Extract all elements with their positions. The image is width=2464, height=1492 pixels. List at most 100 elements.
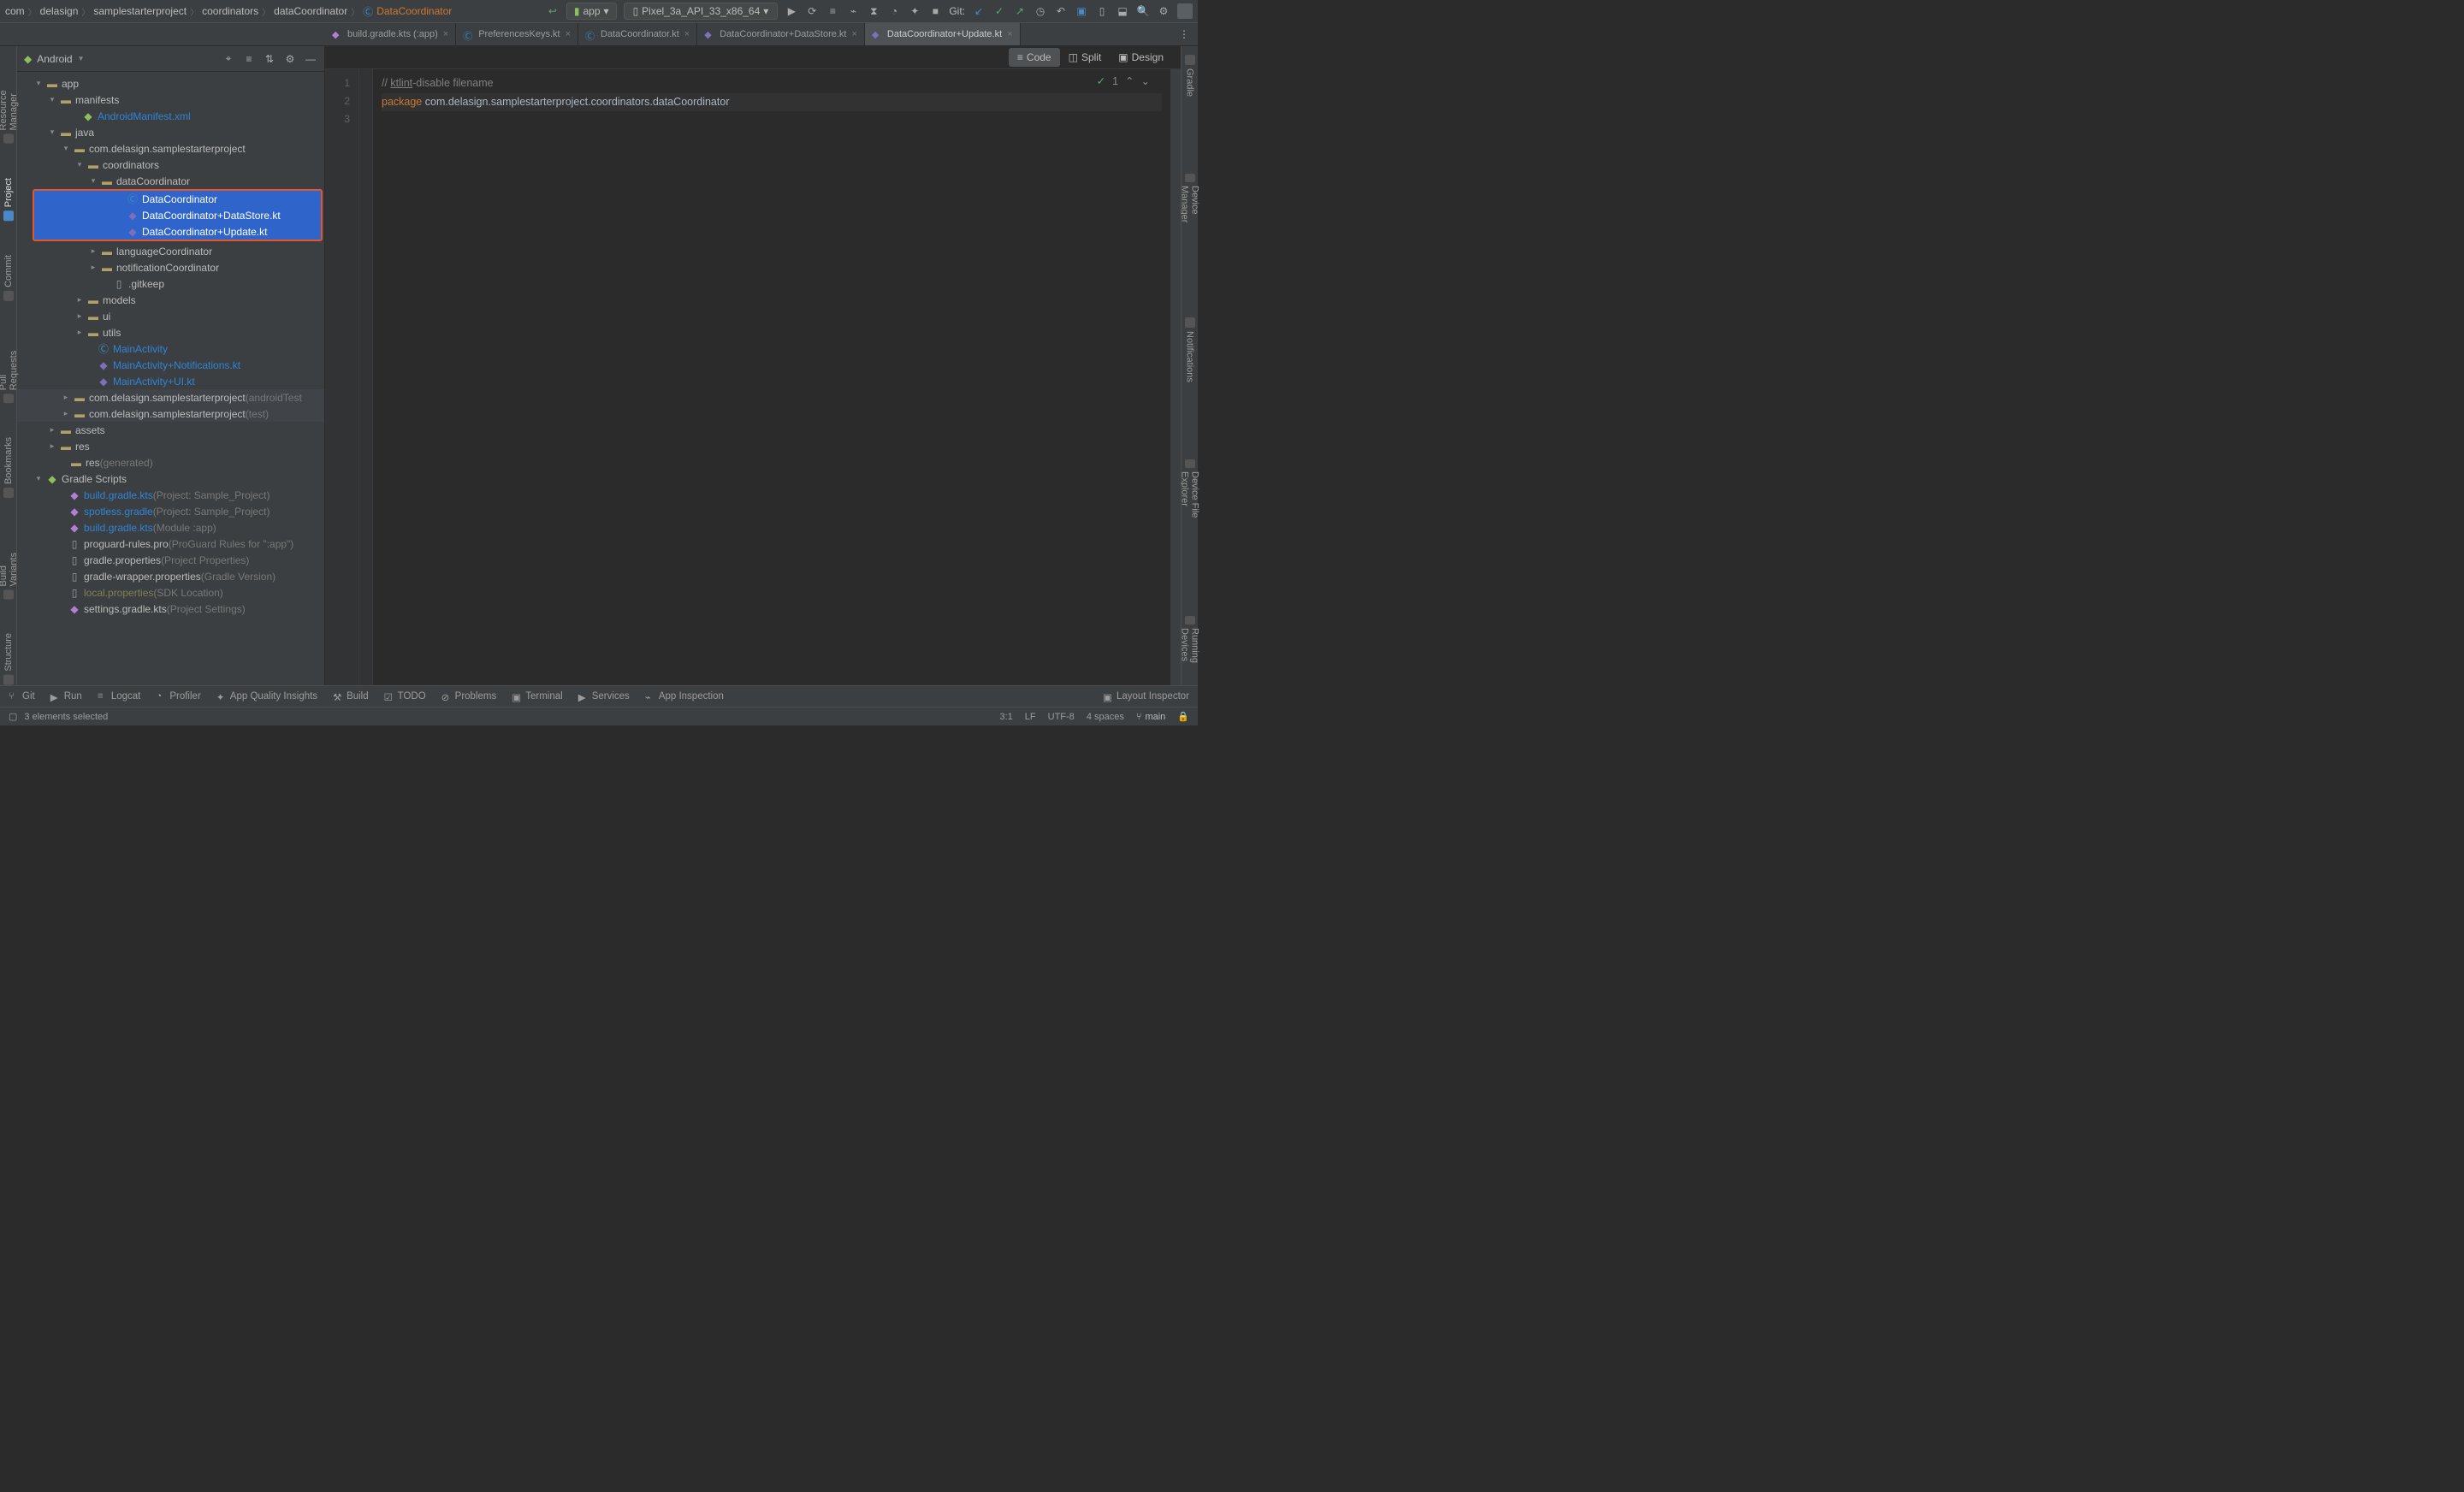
panel-gear-icon[interactable]: ⚙	[283, 52, 297, 66]
filter-icon[interactable]: ⇅	[263, 52, 276, 66]
device-file-explorer-tab[interactable]: Device File Explorer	[1180, 459, 1200, 539]
tree-mainactivity[interactable]: ⒸMainActivity	[17, 340, 324, 357]
bookmarks-tab[interactable]: Bookmarks	[3, 437, 14, 498]
status-icon[interactable]: ▢	[9, 711, 17, 722]
tree-mainactivity-ui[interactable]: ◆MainActivity+UI.kt	[17, 373, 324, 389]
git-commit-icon[interactable]: ✓	[992, 4, 1006, 18]
structure-tab[interactable]: Structure	[3, 633, 14, 685]
tree-app[interactable]: ▾▬app	[17, 75, 324, 92]
close-icon[interactable]: ×	[851, 29, 856, 39]
tree-pkg-test[interactable]: ▸▬com.delasign.samplestarterproject (tes…	[17, 406, 324, 422]
line-ending[interactable]: LF	[1025, 712, 1036, 722]
avd-icon[interactable]: ▯	[1095, 4, 1109, 18]
tab-4[interactable]: ◆DataCoordinator+Update.kt×	[865, 23, 1021, 45]
tree-gitkeep[interactable]: ▯.gitkeep	[17, 275, 324, 292]
gutter-margin[interactable]	[359, 69, 373, 685]
crumb-4[interactable]: dataCoordinator	[274, 5, 347, 17]
tab-3[interactable]: ◆DataCoordinator+DataStore.kt×	[697, 23, 865, 45]
split-mode-button[interactable]: ◫ Split	[1060, 48, 1111, 67]
tree-manifest-file[interactable]: ◆AndroidManifest.xml	[17, 108, 324, 124]
error-stripe[interactable]	[1170, 69, 1181, 685]
build-variants-tab[interactable]: Build Variants	[0, 532, 19, 599]
device-manager-tab[interactable]: Device Manager	[1180, 174, 1200, 240]
sort-icon[interactable]: ≡	[242, 52, 256, 66]
tree-localprops[interactable]: ▯local.properties (SDK Location)	[17, 584, 324, 601]
logcat-tool[interactable]: ≡Logcat	[98, 691, 141, 702]
tabs-overflow[interactable]: ⋮	[1170, 23, 1198, 45]
panel-view-selector[interactable]: ◆Android▼	[24, 53, 85, 65]
tree-java[interactable]: ▾▬java	[17, 124, 324, 140]
tree-coordinators[interactable]: ▾▬coordinators	[17, 157, 324, 173]
profile-icon[interactable]: ◔	[887, 4, 901, 18]
code-mode-button[interactable]: ≡ Code	[1009, 48, 1060, 67]
prev-highlight-icon[interactable]: ⌃	[1125, 73, 1134, 91]
caret-position[interactable]: 3:1	[1000, 712, 1013, 722]
coverage-icon[interactable]: ⧗	[867, 4, 880, 18]
run-tool[interactable]: ▶Run	[50, 691, 82, 702]
running-devices-tab[interactable]: Running Devices	[1180, 616, 1200, 685]
close-icon[interactable]: ×	[443, 29, 448, 39]
tree-assets[interactable]: ▸▬assets	[17, 422, 324, 438]
sdk-icon[interactable]: ⬓	[1116, 4, 1129, 18]
undo-icon[interactable]: ↶	[1054, 4, 1068, 18]
stop-icon[interactable]: ■	[928, 4, 942, 18]
crumb-5[interactable]: DataCoordinator	[376, 5, 452, 17]
gradle-tab[interactable]: Gradle	[1185, 55, 1195, 97]
aqi-tool[interactable]: ✦App Quality Insights	[216, 691, 317, 702]
tree-notif-coord[interactable]: ▸▬notificationCoordinator	[17, 259, 324, 275]
tree-pkg[interactable]: ▾▬com.delasign.samplestarterproject	[17, 140, 324, 157]
tree-res[interactable]: ▸▬res	[17, 438, 324, 454]
debug-apply-icon[interactable]: ⟳	[805, 4, 819, 18]
tree-proguard[interactable]: ▯proguard-rules.pro (ProGuard Rules for …	[17, 536, 324, 552]
git-branch[interactable]: ⑂main	[1136, 712, 1165, 722]
next-highlight-icon[interactable]: ⌄	[1141, 73, 1150, 91]
tree-data-coordinator[interactable]: ▾▬dataCoordinator	[17, 173, 324, 189]
git-update-icon[interactable]: ↙	[972, 4, 986, 18]
crumb-3[interactable]: coordinators	[202, 5, 258, 17]
hide-icon[interactable]: —	[304, 52, 317, 66]
tree-settings[interactable]: ◆settings.gradle.kts (Project Settings)	[17, 601, 324, 617]
tree-gradle-scripts[interactable]: ▾◆Gradle Scripts	[17, 471, 324, 487]
search-icon[interactable]: 🔍	[1136, 4, 1150, 18]
settings-icon[interactable]: ⚙	[1157, 4, 1170, 18]
resource-manager-tab[interactable]: Resource Manager	[0, 55, 19, 144]
code-area[interactable]: // ktlint-disable filename package com.d…	[373, 69, 1170, 685]
sync-icon[interactable]: ↩	[546, 4, 560, 18]
commit-tab[interactable]: Commit	[3, 255, 14, 301]
project-tab[interactable]: Project	[3, 178, 14, 221]
indent[interactable]: 4 spaces	[1087, 712, 1124, 722]
todo-tool[interactable]: ☑TODO	[384, 691, 426, 702]
tree-DataCoordinator-DS[interactable]: ◆DataCoordinator+DataStore.kt	[34, 207, 321, 223]
tree-DataCoordinator[interactable]: ⒸDataCoordinator	[34, 191, 321, 207]
tree-lang-coord[interactable]: ▸▬languageCoordinator	[17, 243, 324, 259]
close-icon[interactable]: ×	[684, 29, 690, 39]
tree-res-gen[interactable]: ▬res (generated)	[17, 454, 324, 471]
run-config-app[interactable]: ▮app▾	[566, 3, 617, 20]
tree-bgk-mod[interactable]: ◆build.gradle.kts (Module :app)	[17, 519, 324, 536]
crumb-0[interactable]: com	[5, 5, 25, 17]
tree-pkg-androidtest[interactable]: ▸▬com.delasign.samplestarterproject (and…	[17, 389, 324, 406]
build-tool[interactable]: ⚒Build	[333, 691, 369, 702]
avatar[interactable]	[1177, 3, 1193, 19]
tab-0[interactable]: ◆build.gradle.kts (:app)×	[325, 23, 456, 45]
tree-bgk-proj[interactable]: ◆build.gradle.kts (Project: Sample_Proje…	[17, 487, 324, 503]
locate-icon[interactable]: ⌖	[222, 52, 235, 66]
terminal-tool[interactable]: ▣Terminal	[512, 691, 562, 702]
run-icon[interactable]: ▶	[785, 4, 798, 18]
git-push-icon[interactable]: ↗	[1013, 4, 1027, 18]
tree-manifests[interactable]: ▾▬manifests	[17, 92, 324, 108]
project-tree[interactable]: ▾▬app ▾▬manifests ◆AndroidManifest.xml ▾…	[17, 72, 324, 685]
readonly-lock-icon[interactable]: 🔒	[1177, 711, 1189, 722]
tree-gwprops[interactable]: ▯gradle-wrapper.properties (Gradle Versi…	[17, 568, 324, 584]
debug-icon[interactable]: ⌁	[846, 4, 860, 18]
history-icon[interactable]: ◷	[1034, 4, 1047, 18]
close-icon[interactable]: ×	[1007, 29, 1012, 39]
problems-tool[interactable]: ⊘Problems	[441, 691, 497, 702]
crumb-2[interactable]: samplestarterproject	[93, 5, 187, 17]
tree-ui[interactable]: ▸▬ui	[17, 308, 324, 324]
attach-icon[interactable]: ✦	[908, 4, 921, 18]
tree-gprops[interactable]: ▯gradle.properties (Project Properties)	[17, 552, 324, 568]
git-tool[interactable]: ⑂Git	[9, 691, 35, 702]
crumb-1[interactable]: delasign	[40, 5, 79, 17]
pull-requests-tab[interactable]: Pull Requests	[0, 335, 19, 403]
